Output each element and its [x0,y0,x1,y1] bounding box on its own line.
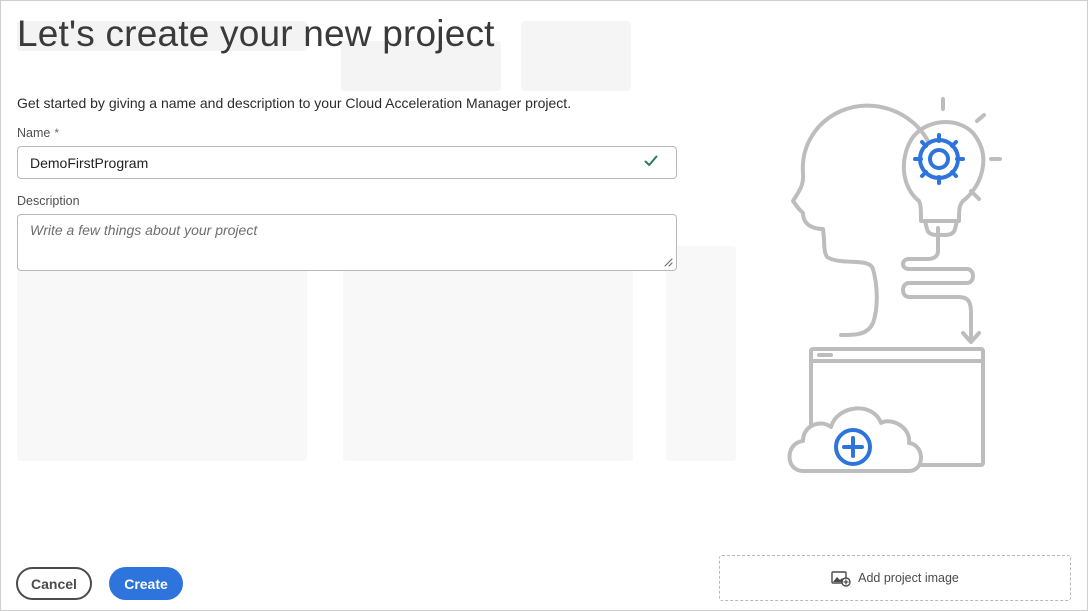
checkmark-icon [644,155,658,166]
create-button[interactable]: Create [109,567,183,600]
image-add-icon [831,571,851,587]
description-textarea[interactable] [18,215,676,270]
add-project-image-dropzone[interactable]: Add project image [719,555,1071,601]
name-label: Name * [17,126,59,140]
head-lightbulb-cloud-illustration [787,97,1002,473]
create-project-dialog: Let's create your new project Get starte… [0,0,1088,611]
add-project-image-label: Add project image [858,571,959,585]
background-ghost [666,246,736,461]
page-subtitle: Get started by giving a name and descrip… [17,95,572,111]
description-label: Description [17,194,80,208]
page-title: Let's create your new project [17,13,495,54]
name-field[interactable]: DemoFirstProgram [17,146,677,179]
required-marker: * [54,126,60,140]
description-field[interactable] [17,214,677,271]
background-ghost [17,246,307,461]
background-ghost [343,246,633,461]
resize-handle-icon[interactable] [663,257,673,267]
name-field-value[interactable]: DemoFirstProgram [30,155,148,171]
cancel-button[interactable]: Cancel [16,567,92,600]
name-label-text: Name [17,126,51,140]
background-ghost [521,21,631,91]
